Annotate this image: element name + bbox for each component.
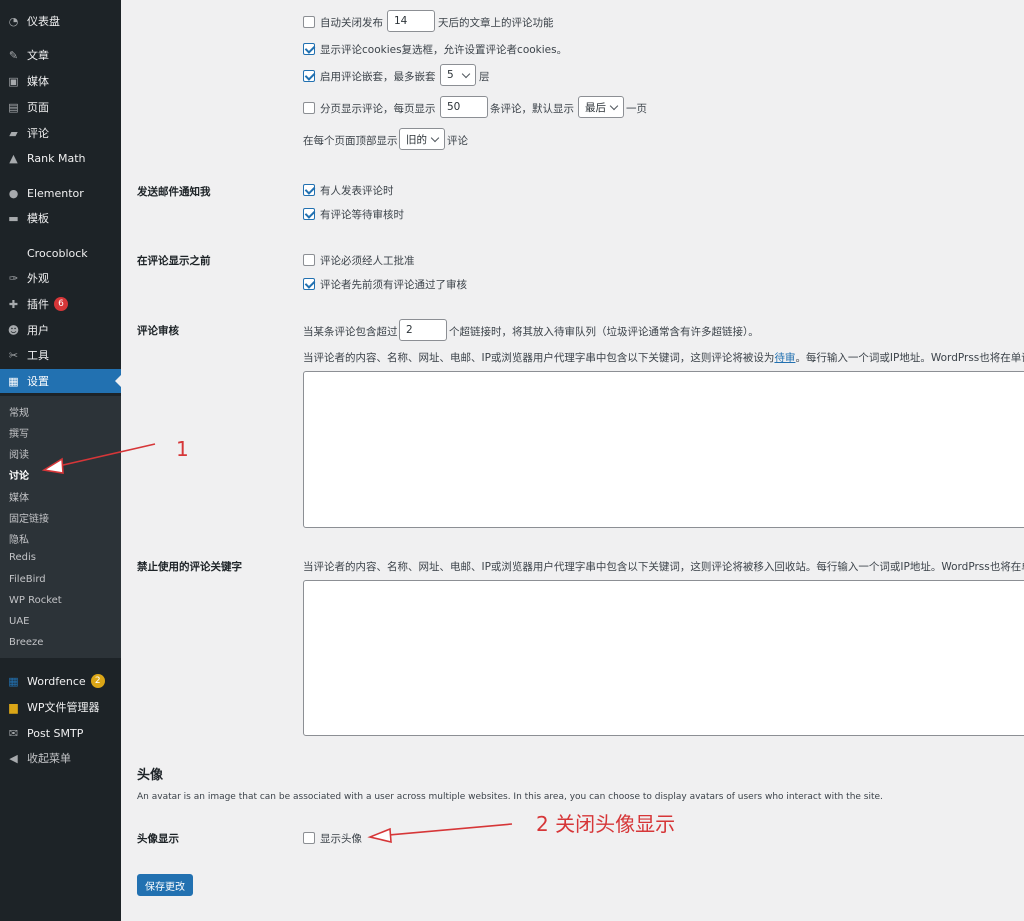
- annotation-label-2: 2 关闭头像显示: [536, 812, 676, 836]
- annotation-arrow-2: [377, 823, 513, 837]
- arrowhead-2: [367, 827, 392, 844]
- annotation-arrows: [41, 443, 513, 844]
- annotation-arrow-1: [49, 443, 156, 469]
- annotation-label-1: 1: [176, 437, 189, 461]
- arrowhead-1: [41, 457, 64, 474]
